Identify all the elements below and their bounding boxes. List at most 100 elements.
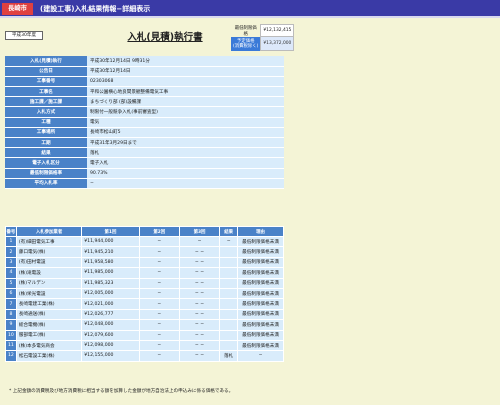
bid-row: 1 (有)細田電気工事 ¥11,944,000− − − 最低制限価格未満 <box>5 235 284 248</box>
bid-result <box>219 339 239 352</box>
info-value: 平和公園横心地良間景観整備電気工事 <box>87 86 284 98</box>
col-header-reason: 理由 <box>237 226 284 237</box>
bid-reason: 最低制限価格未満 <box>237 329 284 341</box>
bid-number: 12 <box>5 350 17 362</box>
info-row: 工事番号 02303068 <box>5 76 284 88</box>
bid-round3: − − <box>178 287 221 300</box>
bid-round3: − − <box>178 339 221 352</box>
info-value: 平成31年3月29日まで <box>87 137 284 149</box>
col-header-round2: 第2回 <box>138 226 180 237</box>
info-row: 工事場所 長崎市松山町5 <box>5 127 284 139</box>
bid-result <box>219 267 239 279</box>
bid-reason: 最低制限価格未満 <box>237 235 284 248</box>
bid-number: 4 <box>5 267 17 279</box>
bid-round1: ¥11,985,323 <box>81 277 140 289</box>
bid-reason: 最低制限価格未満 <box>237 287 284 300</box>
footnote: * 上記金額の消費税及び地方消費税に相当する額を加算した金額が地方自治法上の申込… <box>9 389 234 394</box>
bid-round1: ¥12,021,000 <box>81 298 140 310</box>
col-header-round1: 第1回 <box>81 226 140 237</box>
bid-row: 5 (株)マルデン ¥11,985,323− − − 最低制限価格未満 <box>5 277 284 289</box>
page-title: 入札(見積)執行書 <box>127 32 203 43</box>
page-header: 長崎市 (建設工事)入札結果情報−詳細表示 <box>0 0 500 18</box>
header-title: (建設工事)入札結果情報−詳細表示 <box>40 5 151 13</box>
bidder-name: (株)本多電気商会 <box>15 339 83 352</box>
bidder-name: (株)栄光電設 <box>15 287 83 300</box>
bid-result <box>219 287 239 300</box>
bid-round2: − <box>138 256 180 269</box>
bid-reason: 最低制限価格未満 <box>237 308 284 321</box>
bid-row: 6 (株)栄光電設 ¥12,005,000− − − 最低制限価格未満 <box>5 287 284 300</box>
info-row: 施工課／施工課 まちづくり部 (部)設備課 <box>5 96 284 108</box>
bid-round2: − <box>138 308 180 321</box>
bid-number: 3 <box>5 256 17 269</box>
info-value: 電子入札 <box>87 157 284 169</box>
bid-result <box>219 256 239 269</box>
bid-number: 11 <box>5 339 17 352</box>
bid-row: 4 (株)滝電設 ¥11,985,000− − − 最低制限価格未満 <box>5 267 284 279</box>
info-row: 工種 電気 <box>5 117 284 128</box>
bid-round3: − − <box>178 308 221 321</box>
bid-round1: ¥12,098,000 <box>81 339 140 352</box>
info-row: 結果 落札 <box>5 147 284 159</box>
bid-result <box>219 319 239 331</box>
bid-round2: − <box>138 235 180 248</box>
info-row: 平均入札率 − <box>5 178 284 189</box>
info-value: 平成30年12月14日 9時31分 <box>87 56 284 67</box>
info-value: 電気 <box>87 117 284 128</box>
bidder-name: 長崎電建工業(株) <box>15 298 83 310</box>
info-row: 入札(見積)執行 平成30年12月14日 9時31分 <box>5 56 284 67</box>
estimate-price-value: ¥13,372,000 <box>260 36 295 51</box>
bid-result <box>219 246 239 258</box>
bid-round2: − <box>138 319 180 331</box>
bid-reason: 最低制限価格未満 <box>237 256 284 269</box>
min-price-value: ¥12,132,415 <box>260 24 295 37</box>
info-value: まちづくり部 (部)設備課 <box>87 96 284 108</box>
bid-round1: ¥11,958,580 <box>81 256 140 269</box>
bid-round3: − − <box>178 329 221 341</box>
bid-round2: − <box>138 267 180 279</box>
bid-round3: − − <box>178 298 221 310</box>
bidder-name: 長崎通送(株) <box>15 308 83 321</box>
bid-round1: ¥12,079,600 <box>81 329 140 341</box>
bid-round3: − − <box>178 277 221 289</box>
bid-round2: − <box>138 246 180 258</box>
bid-reason: 最低制限価格未満 <box>237 319 284 331</box>
bid-number: 1 <box>5 235 17 248</box>
info-row: 工期 平成31年3月29日まで <box>5 137 284 149</box>
info-label: 工事番号 <box>5 76 87 88</box>
info-value: 平成30年12月14日 <box>87 66 284 77</box>
info-label: 平均入札率 <box>5 178 87 189</box>
info-label: 結果 <box>5 147 87 159</box>
bid-round2: − <box>138 287 180 300</box>
bid-reason: 最低制限価格未満 <box>237 246 284 258</box>
bidder-name: (有)田村電設 <box>15 256 83 269</box>
info-value: 長崎市松山町5 <box>87 127 284 139</box>
bid-round2: − <box>138 350 180 362</box>
bid-row: 7 長崎電建工業(株) ¥12,021,000− − − 最低制限価格未満 <box>5 298 284 310</box>
info-row: 入札方式 制限付一般競争入札(事前審査型) <box>5 106 284 118</box>
info-label: 公告日 <box>5 66 87 77</box>
bid-round3: − − <box>178 246 221 258</box>
estimate-price-label: 予定価格 (消費税除く) <box>231 36 261 51</box>
bidder-name: 総合電機(株) <box>15 319 83 331</box>
info-row: 公告日 平成30年12月14日 <box>5 66 284 77</box>
info-value: − <box>87 178 284 189</box>
bid-reason: 最低制限価格未満 <box>237 339 284 352</box>
bid-round3: − − <box>178 267 221 279</box>
bid-round3: − − <box>178 256 221 269</box>
bid-round2: − <box>138 277 180 289</box>
bid-row: 3 (有)田村電設 ¥11,958,580− − − 最低制限価格未満 <box>5 256 284 269</box>
bid-reason: 最低制限価格未満 <box>237 277 284 289</box>
min-price-label: 最低制限価格 <box>234 25 257 37</box>
fiscal-year-label: 平成30年度 <box>5 31 43 40</box>
bid-round1: ¥11,944,000 <box>81 235 140 248</box>
bid-round2: − <box>138 339 180 352</box>
bidder-name: (株)マルデン <box>15 277 83 289</box>
bid-round3: − − <box>178 350 221 362</box>
bid-result <box>219 329 239 341</box>
bid-reason: − <box>237 350 284 362</box>
city-badge[interactable]: 長崎市 <box>2 3 33 15</box>
bid-round1: ¥12,026,777 <box>81 308 140 321</box>
bid-round1: ¥12,048,000 <box>81 319 140 331</box>
info-label: 入札(見積)執行 <box>5 56 87 67</box>
